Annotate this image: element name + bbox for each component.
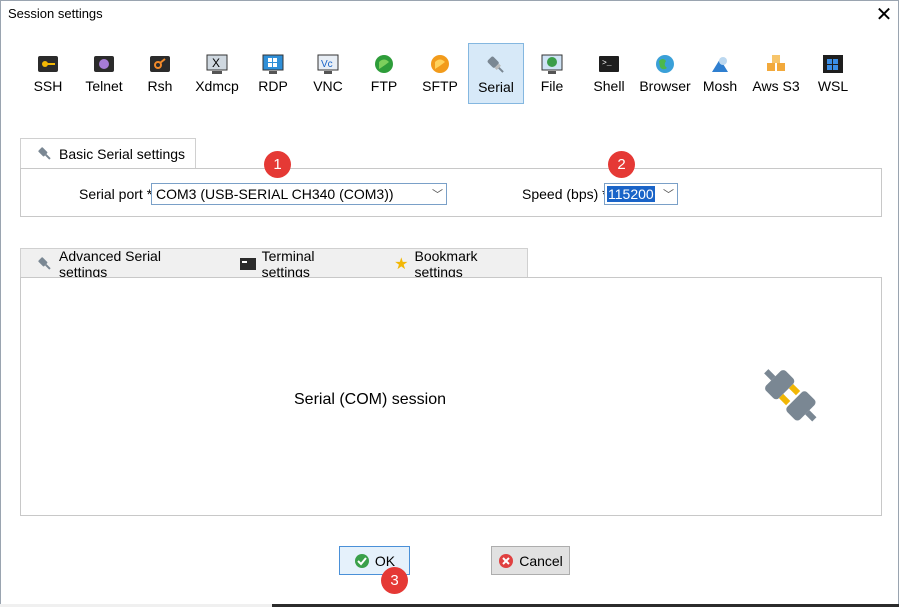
tool-xdmcp[interactable]: X Xdmcp <box>189 43 245 104</box>
key-icon <box>37 53 59 75</box>
tab-basic-serial-settings[interactable]: Basic Serial settings <box>20 138 196 168</box>
tool-vnc[interactable]: Vc VNC <box>301 43 355 104</box>
tool-telnet[interactable]: Telnet <box>77 43 131 104</box>
serial-port-label: Serial port * <box>79 186 153 202</box>
browser-globe-icon <box>654 53 676 75</box>
shell-icon: >_ <box>598 53 620 75</box>
chevron-down-icon: ﹀ <box>663 189 674 201</box>
svg-text:X: X <box>212 56 220 70</box>
annotation-badge: 3 <box>381 567 408 594</box>
window-title: Session settings <box>8 6 103 21</box>
aws-s3-icon <box>765 53 787 75</box>
tool-mosh[interactable]: Mosh <box>695 43 745 104</box>
tool-shell[interactable]: >_ Shell <box>583 43 635 104</box>
terminal-icon <box>239 257 256 271</box>
svg-text:Vc: Vc <box>321 59 333 70</box>
speed-select[interactable]: 115200 ﹀ <box>604 183 678 205</box>
tab-terminal-settings[interactable]: Terminal settings <box>239 248 365 280</box>
chevron-down-icon: ﹀ <box>432 189 443 201</box>
annotation-badge: 1 <box>264 151 291 178</box>
tool-sftp[interactable]: SFTP <box>413 43 467 104</box>
settings-tabs-strip: Advanced Serial settings Terminal settin… <box>20 248 528 280</box>
tool-ssh[interactable]: SSH <box>21 43 75 104</box>
cancel-button[interactable]: Cancel <box>491 546 570 575</box>
xdmcp-icon: X <box>206 53 228 75</box>
vnc-icon: Vc <box>317 53 339 75</box>
tool-file[interactable]: File <box>527 43 577 104</box>
wsl-icon <box>822 53 844 75</box>
star-icon: ★ <box>394 255 409 273</box>
session-type-description: Serial (COM) session <box>294 391 447 408</box>
tab-advanced-serial-settings[interactable]: Advanced Serial settings <box>37 248 210 280</box>
rdp-icon <box>262 53 284 75</box>
annotation-badge: 2 <box>608 151 635 178</box>
file-icon <box>541 53 563 75</box>
cancel-icon <box>498 553 514 569</box>
ftp-icon <box>373 53 395 75</box>
serial-plug-icon <box>37 146 53 162</box>
svg-text:>_: >_ <box>602 59 612 68</box>
title-bar: Session settings ✕ <box>1 1 898 29</box>
tool-aws-s3[interactable]: Aws S3 <box>748 43 804 104</box>
tool-browser[interactable]: Browser <box>637 43 693 104</box>
tab-bookmark-settings[interactable]: ★ Bookmark settings <box>394 248 527 280</box>
mosh-icon <box>709 53 731 75</box>
serial-plug-large-icon <box>755 361 827 434</box>
sftp-icon <box>429 53 451 75</box>
rsh-icon <box>149 53 171 75</box>
session-type-toolbar: SSH Telnet Rsh X Xdmcp RDP Vc VNC FTP SF… <box>21 43 881 105</box>
session-info-panel <box>20 277 882 516</box>
tool-serial[interactable]: Serial <box>468 43 524 104</box>
speed-label: Speed (bps) * <box>522 186 608 202</box>
tool-ftp[interactable]: FTP <box>357 43 411 104</box>
serial-port-select[interactable]: COM3 (USB-SERIAL CH340 (COM3)) ﹀ <box>151 183 447 205</box>
tool-rdp[interactable]: RDP <box>247 43 299 104</box>
check-icon <box>354 553 370 569</box>
serial-plug-icon <box>37 256 53 272</box>
close-icon[interactable]: ✕ <box>871 2 897 26</box>
session-settings-dialog: Session settings ✕ SSH Telnet Rsh X Xdmc… <box>0 0 899 604</box>
serial-plug-icon <box>485 54 507 76</box>
tool-wsl[interactable]: WSL <box>807 43 859 104</box>
tool-rsh[interactable]: Rsh <box>133 43 187 104</box>
telnet-icon <box>93 53 115 75</box>
